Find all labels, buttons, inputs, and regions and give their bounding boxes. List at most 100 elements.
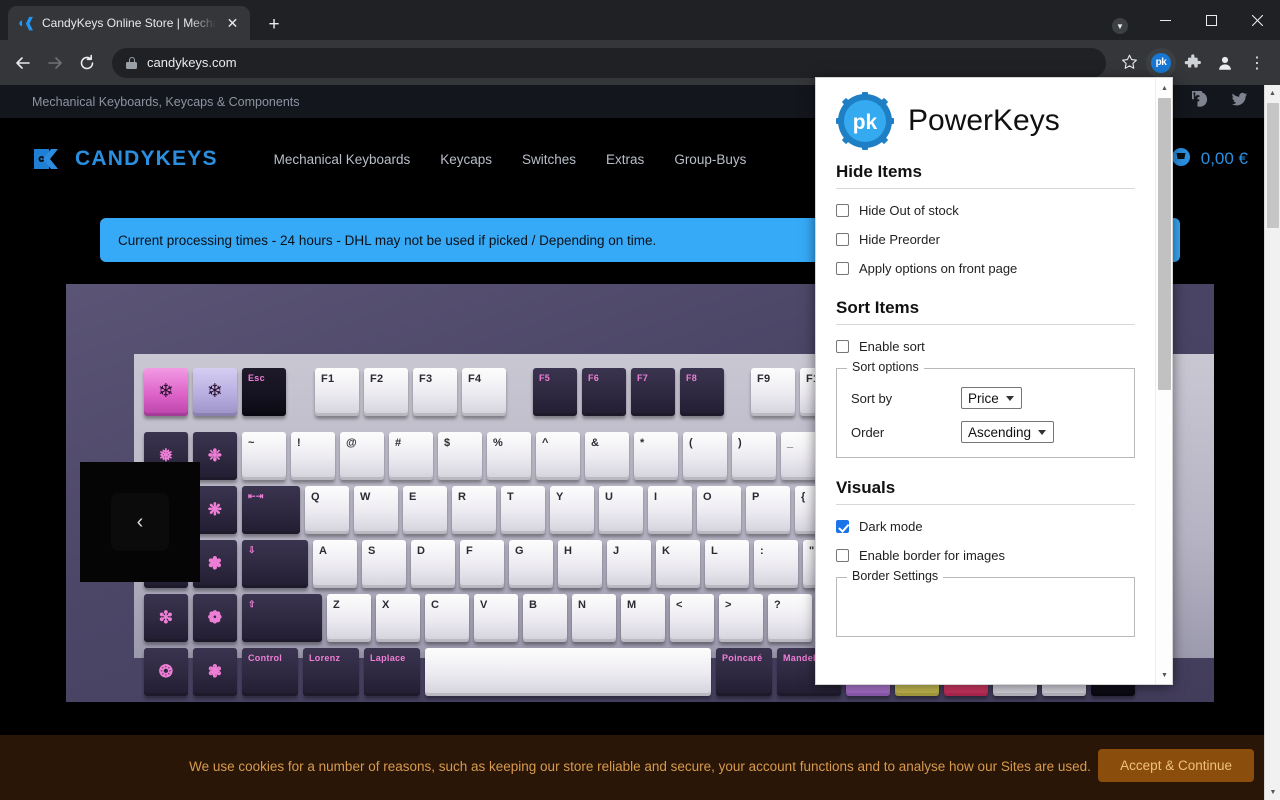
keycap-spacebar (425, 648, 711, 696)
browser-menu-icon[interactable]: ⋮ (1242, 48, 1272, 78)
popup-scrollbar-thumb[interactable] (1158, 98, 1171, 390)
reload-icon[interactable] (72, 48, 102, 78)
keycap-esc: Esc (242, 368, 286, 416)
nav-item-keycaps[interactable]: Keycaps (440, 152, 492, 167)
keycap-novelty: ❃ (193, 648, 237, 696)
keycap-f: F (460, 540, 504, 588)
checkbox-enable-border-images[interactable]: Enable border for images (836, 548, 1135, 563)
nav-item-mechanical-keyboards[interactable]: Mechanical Keyboards (274, 152, 411, 167)
forward-icon[interactable] (40, 48, 70, 78)
scroll-up-icon[interactable]: ▲ (1265, 85, 1280, 101)
popup-scroll-down-icon[interactable]: ▼ (1156, 667, 1172, 684)
page-scrollbar[interactable]: ▲ ▼ (1264, 85, 1280, 800)
candykeys-logo[interactable]: CANDYKEYS (32, 145, 218, 173)
popup-content: pk PowerKeys Hide Items Hide Out of stoc… (816, 78, 1155, 684)
checkbox-box[interactable] (836, 340, 849, 353)
nav-item-extras[interactable]: Extras (606, 152, 644, 167)
site-nav: Mechanical Keyboards Keycaps Switches Ex… (274, 152, 747, 167)
order-row: Order Ascending (851, 421, 1120, 443)
download-indicator-icon[interactable]: ▼ (1112, 18, 1128, 34)
keycap-x: X (376, 594, 420, 642)
new-tab-button[interactable]: + (262, 12, 286, 36)
chevron-left-icon: ‹ (111, 493, 169, 551)
checkbox-label: Enable border for images (859, 548, 1005, 563)
nav-item-group-buys[interactable]: Group-Buys (674, 152, 746, 167)
keycap-control: Control (242, 648, 298, 696)
keycap-comma: < (670, 594, 714, 642)
keycap-period: > (719, 594, 763, 642)
minimize-button[interactable] (1142, 0, 1188, 40)
keycap-f8: F8 (680, 368, 724, 416)
cookie-consent-bar: We use cookies for a number of reasons, … (0, 735, 1280, 800)
profile-avatar-icon[interactable] (1210, 48, 1240, 78)
keycap-7: & (585, 432, 629, 480)
header-right: 0,00 € (1171, 147, 1248, 172)
lock-icon (126, 56, 137, 69)
bookmark-star-icon[interactable] (1114, 48, 1144, 78)
keycap-b: B (523, 594, 567, 642)
keycap-a: A (313, 540, 357, 588)
twitter-icon[interactable] (1231, 91, 1248, 113)
checkbox-box[interactable] (836, 262, 849, 275)
checkbox-hide-out-of-stock[interactable]: Hide Out of stock (836, 203, 1135, 218)
close-window-button[interactable] (1234, 0, 1280, 40)
checkbox-box[interactable] (836, 549, 849, 562)
order-select[interactable]: Ascending (961, 421, 1055, 443)
section-sort-items: Sort Items Enable sort Sort options Sort… (836, 298, 1135, 458)
checkbox-hide-preorder[interactable]: Hide Preorder (836, 232, 1135, 247)
checkbox-box[interactable] (836, 204, 849, 217)
keycap-h: H (558, 540, 602, 588)
powerkeys-logo-icon: pk (836, 92, 894, 150)
facebook-icon[interactable] (1187, 85, 1209, 113)
keycap-1: ! (291, 432, 335, 480)
keycap-r: R (452, 486, 496, 534)
scroll-down-icon[interactable]: ▼ (1265, 784, 1280, 800)
candykeys-favicon-icon: ◐❰ (18, 15, 35, 30)
keycap-2: @ (340, 432, 384, 480)
browser-tab[interactable]: ◐❰ CandyKeys Online Store | Mechan ✕ (8, 6, 250, 40)
keycap-f7: F7 (631, 368, 675, 416)
keycap-9: ( (683, 432, 727, 480)
back-icon[interactable] (8, 48, 38, 78)
fieldset-legend: Border Settings (847, 569, 944, 583)
checkbox-label: Apply options on front page (859, 261, 1018, 276)
address-bar[interactable]: candykeys.com (112, 47, 1106, 78)
accept-cookies-button[interactable]: Accept & Continue (1098, 749, 1254, 782)
keycap-k: K (656, 540, 700, 588)
sort-options-fieldset: Sort options Sort by Price Order Ascendi… (836, 360, 1135, 458)
popup-scrollbar[interactable]: ▲ ▼ (1155, 78, 1172, 684)
checkbox-dark-mode[interactable]: Dark mode (836, 519, 1135, 534)
popup-header: pk PowerKeys (836, 92, 1135, 150)
cart-icon[interactable] (1171, 147, 1191, 172)
checkbox-enable-sort[interactable]: Enable sort (836, 339, 1135, 354)
powerkeys-extension-button[interactable]: pk (1146, 47, 1176, 78)
checkbox-apply-options-front-page[interactable]: Apply options on front page (836, 261, 1135, 276)
keycap-m: M (621, 594, 665, 642)
maximize-button[interactable] (1188, 0, 1234, 40)
window-controls (1142, 0, 1280, 40)
checkbox-box[interactable] (836, 233, 849, 246)
sort-by-select[interactable]: Price (961, 387, 1022, 409)
sort-by-row: Sort by Price (851, 387, 1120, 409)
carousel-prev-button[interactable]: ‹ (80, 462, 200, 582)
page-scrollbar-thumb[interactable] (1267, 103, 1279, 228)
powerkeys-popup: pk PowerKeys Hide Items Hide Out of stoc… (815, 77, 1173, 685)
social-links (1187, 85, 1248, 113)
fieldset-legend: Sort options (847, 360, 924, 374)
keycap-f9: F9 (751, 368, 795, 416)
close-tab-icon[interactable]: ✕ (224, 15, 241, 32)
cart-total[interactable]: 0,00 € (1201, 149, 1248, 169)
checkbox-box[interactable] (836, 520, 849, 533)
section-title: Sort Items (836, 298, 920, 317)
order-label: Order (851, 424, 885, 440)
keycap-3: # (389, 432, 433, 480)
nav-item-switches[interactable]: Switches (522, 152, 576, 167)
extensions-puzzle-icon[interactable] (1178, 48, 1208, 78)
checkbox-label: Dark mode (859, 519, 923, 534)
keycap-f4: F4 (462, 368, 506, 416)
keycap-t: T (501, 486, 545, 534)
keycap-f6: F6 (582, 368, 626, 416)
section-title: Hide Items (836, 162, 922, 181)
toolbar-actions: pk ⋮ (1114, 47, 1272, 78)
popup-scroll-up-icon[interactable]: ▲ (1156, 80, 1172, 97)
